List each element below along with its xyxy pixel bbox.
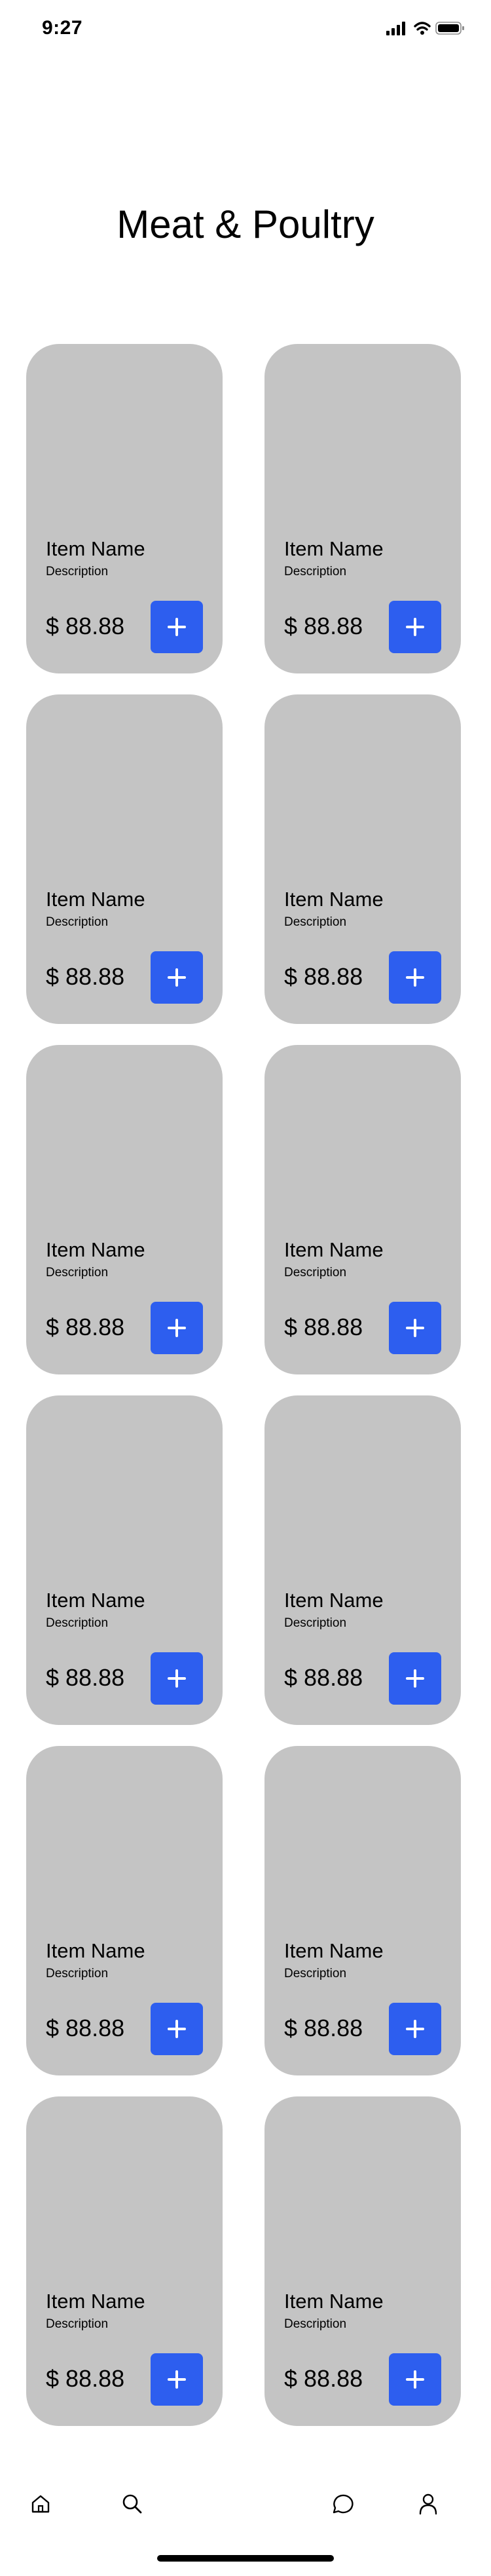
wifi-icon [414, 22, 431, 35]
item-name: Item Name [46, 2290, 145, 2313]
product-card[interactable]: Item Name Description $ 88.88 [264, 344, 461, 673]
item-name: Item Name [284, 1939, 384, 1962]
item-name: Item Name [284, 1238, 384, 1261]
home-icon [31, 2495, 50, 2513]
item-name: Item Name [284, 1589, 384, 1612]
add-to-cart-button[interactable] [151, 2003, 203, 2055]
item-price: $ 88.88 [46, 2015, 125, 2041]
profile-icon [419, 2493, 437, 2515]
item-name: Item Name [284, 2290, 384, 2313]
item-description: Description [284, 915, 347, 929]
tab-home[interactable] [21, 2484, 60, 2524]
battery-icon [435, 22, 464, 35]
item-price: $ 88.88 [284, 1314, 363, 1340]
item-description: Description [46, 2317, 109, 2331]
product-card[interactable]: Item Name Description $ 88.88 [26, 2096, 223, 2426]
add-to-cart-button[interactable] [389, 2353, 441, 2406]
home-indicator [157, 2555, 334, 2562]
product-card[interactable]: Item Name Description $ 88.88 [264, 2096, 461, 2426]
item-description: Description [46, 915, 109, 929]
product-card[interactable]: Item Name Description $ 88.88 [26, 1746, 223, 2075]
plus-icon [406, 1319, 424, 1337]
item-name: Item Name [284, 888, 384, 911]
page-title: Meat & Poultry [117, 202, 374, 247]
product-card[interactable]: Item Name Description $ 88.88 [26, 1045, 223, 1374]
item-price: $ 88.88 [46, 1314, 125, 1340]
product-card[interactable]: Item Name Description $ 88.88 [26, 694, 223, 1024]
product-card[interactable]: Item Name Description $ 88.88 [264, 1045, 461, 1374]
item-price: $ 88.88 [284, 2015, 363, 2041]
plus-icon [406, 2370, 424, 2389]
item-name: Item Name [46, 1939, 145, 1962]
item-description: Description [46, 1266, 109, 1279]
item-description: Description [284, 1967, 347, 1980]
plus-icon [406, 1669, 424, 1688]
product-card[interactable]: Item Name Description $ 88.88 [26, 1395, 223, 1725]
item-name: Item Name [46, 1238, 145, 1261]
add-to-cart-button[interactable] [151, 2353, 203, 2406]
item-name: Item Name [46, 888, 145, 911]
add-to-cart-button[interactable] [389, 951, 441, 1004]
item-description: Description [46, 1967, 109, 1980]
plus-icon [168, 2370, 186, 2389]
chat-icon [333, 2494, 354, 2514]
add-to-cart-button[interactable] [389, 1652, 441, 1705]
add-to-cart-button[interactable] [151, 1652, 203, 1705]
item-description: Description [284, 1266, 347, 1279]
plus-icon [406, 968, 424, 987]
plus-icon [168, 2020, 186, 2038]
item-price: $ 88.88 [46, 963, 125, 990]
tab-search[interactable] [113, 2484, 152, 2524]
item-description: Description [46, 565, 109, 578]
plus-icon [406, 2020, 424, 2038]
plus-icon [168, 1669, 186, 1688]
add-to-cart-button[interactable] [389, 2003, 441, 2055]
tab-chat[interactable] [322, 2484, 361, 2524]
add-to-cart-button[interactable] [151, 951, 203, 1004]
add-to-cart-button[interactable] [389, 601, 441, 653]
item-name: Item Name [46, 537, 145, 560]
plus-icon [406, 618, 424, 636]
status-bar: 9:27 [0, 0, 491, 59]
add-to-cart-button[interactable] [151, 601, 203, 653]
product-card[interactable]: Item Name Description $ 88.88 [264, 1746, 461, 2075]
item-price: $ 88.88 [284, 1664, 363, 1691]
item-price: $ 88.88 [46, 613, 125, 639]
item-description: Description [46, 1616, 109, 1630]
item-price: $ 88.88 [46, 1664, 125, 1691]
status-icons [386, 21, 465, 35]
item-description: Description [284, 2317, 347, 2331]
cellular-signal-icon [386, 22, 464, 35]
add-to-cart-button[interactable] [151, 1302, 203, 1354]
status-time: 9:27 [42, 17, 83, 39]
item-description: Description [284, 565, 347, 578]
product-card[interactable]: Item Name Description $ 88.88 [264, 1395, 461, 1725]
search-icon [122, 2494, 142, 2514]
item-price: $ 88.88 [46, 2365, 125, 2392]
item-description: Description [284, 1616, 347, 1630]
product-card[interactable]: Item Name Description $ 88.88 [26, 344, 223, 673]
plus-icon [168, 1319, 186, 1337]
item-price: $ 88.88 [284, 613, 363, 639]
item-name: Item Name [284, 537, 384, 560]
plus-icon [168, 968, 186, 987]
tab-profile[interactable] [409, 2484, 448, 2524]
item-name: Item Name [46, 1589, 145, 1612]
plus-icon [168, 618, 186, 636]
add-to-cart-button[interactable] [389, 1302, 441, 1354]
item-price: $ 88.88 [284, 963, 363, 990]
tab-bar [0, 2478, 491, 2537]
product-card[interactable]: Item Name Description $ 88.88 [264, 694, 461, 1024]
item-price: $ 88.88 [284, 2365, 363, 2392]
